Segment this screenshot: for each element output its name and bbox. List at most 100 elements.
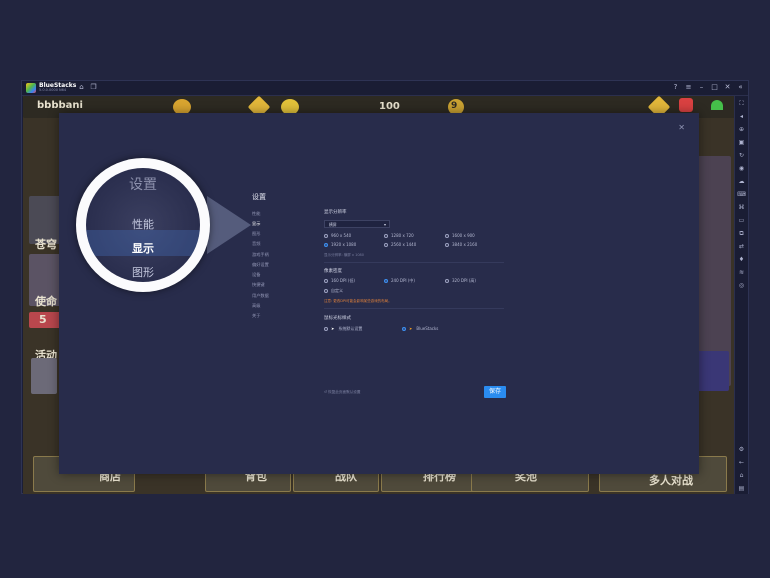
dpi-warning: 注意: 更改DPI可能会影响某些游戏的布局。 bbox=[324, 299, 392, 303]
folder-icon[interactable]: ▭ bbox=[737, 216, 746, 225]
nav-user-data[interactable]: 用户数据 bbox=[252, 293, 269, 299]
bluestacks-logo-icon bbox=[26, 83, 36, 93]
gift-icon bbox=[679, 98, 693, 112]
layers-icon[interactable]: ❐ bbox=[89, 83, 98, 92]
location-icon[interactable]: ◎ bbox=[737, 281, 746, 290]
resolution-option-1280[interactable]: 1280 x 720 bbox=[384, 233, 414, 238]
radio-icon bbox=[445, 279, 449, 283]
magnifier-item-performance: 性能 bbox=[132, 218, 154, 231]
radio-icon bbox=[445, 243, 449, 247]
screenshot-icon[interactable]: ▣ bbox=[737, 138, 746, 147]
settings-gear-icon[interactable]: ⚙ bbox=[737, 445, 746, 454]
radio-selected-icon bbox=[324, 243, 328, 247]
rotate-icon[interactable]: ↻ bbox=[737, 151, 746, 160]
magnifier-item-graphics: 图形 bbox=[132, 266, 154, 279]
restore-defaults-link[interactable]: ↺ 恢复此页面默认设置 bbox=[324, 390, 361, 395]
divider bbox=[324, 308, 504, 309]
fullscreen-icon[interactable]: ⛶ bbox=[737, 99, 746, 108]
resolution-label: 显示分辨率 bbox=[324, 210, 347, 215]
volume-icon[interactable]: ◂ bbox=[737, 112, 746, 121]
resolution-hint: 显示分辨率: 横屏 x 1080 bbox=[324, 253, 364, 257]
titlebar: BlueStacks 5.0.0.0000 N64 ⌂ ❐ ? ≡ – □ ✕ … bbox=[22, 81, 748, 96]
app-version: 5.0.0.0000 N64 bbox=[39, 88, 67, 92]
game-side-card-3 bbox=[31, 358, 57, 394]
help-icon[interactable]: ? bbox=[671, 83, 680, 92]
game-pvp-label: 多人对战 bbox=[649, 474, 693, 487]
dpi-option-320[interactable]: 320 DPI (高) bbox=[445, 278, 476, 284]
game-side-text-4: 5 bbox=[39, 313, 47, 326]
radio-selected-icon bbox=[402, 327, 406, 331]
keyboard-icon[interactable]: ⌨ bbox=[737, 190, 746, 199]
save-button[interactable]: 保存 bbox=[484, 386, 506, 398]
resolution-option-1600[interactable]: 1600 x 900 bbox=[445, 233, 475, 238]
orientation-dropdown-value: 横屏 bbox=[329, 222, 337, 227]
game-top-left-text: bbbbani bbox=[37, 100, 83, 111]
magnifier-pointer bbox=[207, 196, 251, 254]
macro-icon[interactable]: ⌘ bbox=[737, 203, 746, 212]
cursor-style-label: 鼠标光标样式 bbox=[324, 316, 351, 321]
sync-icon[interactable]: ⇄ bbox=[737, 242, 746, 251]
orientation-dropdown[interactable]: 横屏 ▾ bbox=[324, 220, 390, 228]
settings-title: 设置 bbox=[252, 193, 266, 201]
close-dialog-icon[interactable]: ✕ bbox=[678, 123, 685, 132]
game-top-label-2: 9 bbox=[451, 101, 458, 111]
recent-apps-icon[interactable]: ▤ bbox=[737, 484, 746, 493]
collapse-icon[interactable]: « bbox=[736, 83, 745, 92]
magnifier-item-display: 显示 bbox=[132, 242, 154, 255]
nav-gamepad[interactable]: 游戏手柄 bbox=[252, 252, 269, 258]
resolution-option-1920[interactable]: 1920 x 1080 bbox=[324, 242, 356, 247]
home-nav-icon[interactable]: ⌂ bbox=[737, 471, 746, 480]
dpi-label: 像素密度 bbox=[324, 269, 342, 274]
cursor-option-system[interactable]: ➤ 系统默认设置 bbox=[324, 326, 362, 332]
game-side-text-2: 使命 bbox=[35, 295, 57, 308]
divider bbox=[324, 262, 504, 263]
resolution-option-2560[interactable]: 2560 x 1440 bbox=[384, 242, 416, 247]
magnifier-title: 设置 bbox=[129, 177, 157, 193]
layers-stack-icon[interactable]: ≋ bbox=[737, 268, 746, 277]
nav-audio[interactable]: 音频 bbox=[252, 241, 260, 247]
install-apk-icon[interactable]: ⊕ bbox=[737, 125, 746, 134]
shake-icon[interactable]: ♦ bbox=[737, 255, 746, 264]
dpi-option-160[interactable]: 160 DPI (低) bbox=[324, 278, 355, 284]
nav-shortcuts[interactable]: 快捷键 bbox=[252, 282, 265, 288]
minimize-icon[interactable]: – bbox=[697, 83, 706, 92]
dpi-option-custom[interactable]: 自定义 bbox=[324, 288, 343, 294]
radio-icon bbox=[324, 289, 328, 293]
system-cursor-icon: ➤ bbox=[331, 326, 335, 331]
nav-about[interactable]: 关于 bbox=[252, 313, 260, 319]
game-right-card bbox=[695, 351, 729, 391]
menu-icon[interactable]: ≡ bbox=[684, 83, 693, 92]
chevron-down-icon: ▾ bbox=[383, 222, 386, 227]
bluestacks-cursor-icon: ➤ bbox=[409, 326, 413, 331]
magnifier-lens: 设置 性能 显示 图形 bbox=[86, 168, 200, 282]
nav-display[interactable]: 显示 bbox=[252, 221, 260, 227]
radio-icon bbox=[324, 327, 328, 331]
nav-preferences[interactable]: 偏好设置 bbox=[252, 262, 269, 268]
restore-icon[interactable]: □ bbox=[710, 83, 719, 92]
nav-graphics[interactable]: 图形 bbox=[252, 231, 260, 237]
resolution-option-960[interactable]: 960 x 540 bbox=[324, 233, 351, 238]
nav-device[interactable]: 设备 bbox=[252, 272, 260, 278]
dpi-option-240[interactable]: 240 DPI (中) bbox=[384, 278, 415, 284]
cursor-option-bluestacks[interactable]: ➤ BlueStacks bbox=[402, 326, 438, 331]
back-icon[interactable]: ← bbox=[737, 458, 746, 467]
radio-icon bbox=[324, 279, 328, 283]
wifi-icon bbox=[711, 100, 723, 110]
magnifier: 设置 性能 显示 图形 bbox=[76, 158, 210, 292]
game-side-text-1: 苍穹 bbox=[35, 238, 57, 251]
radio-icon bbox=[324, 234, 328, 238]
multi-instance-icon[interactable]: ⧉ bbox=[737, 229, 746, 238]
game-top-label-1: 100 bbox=[379, 101, 400, 112]
nav-performance[interactable]: 性能 bbox=[252, 211, 260, 217]
radio-icon bbox=[384, 234, 388, 238]
eco-mode-icon[interactable]: ☁ bbox=[737, 177, 746, 186]
close-icon[interactable]: ✕ bbox=[723, 83, 732, 92]
record-icon[interactable]: ◉ bbox=[737, 164, 746, 173]
home-icon[interactable]: ⌂ bbox=[77, 83, 86, 92]
right-sidebar: ⛶ ◂ ⊕ ▣ ↻ ◉ ☁ ⌨ ⌘ ▭ ⧉ ⇄ ♦ ≋ ◎ ⚙ ← ⌂ ▤ bbox=[734, 96, 748, 494]
radio-icon bbox=[445, 234, 449, 238]
radio-selected-icon bbox=[384, 279, 388, 283]
radio-icon bbox=[384, 243, 388, 247]
nav-advanced[interactable]: 高级 bbox=[252, 303, 260, 309]
resolution-option-3840[interactable]: 3840 x 2160 bbox=[445, 242, 477, 247]
